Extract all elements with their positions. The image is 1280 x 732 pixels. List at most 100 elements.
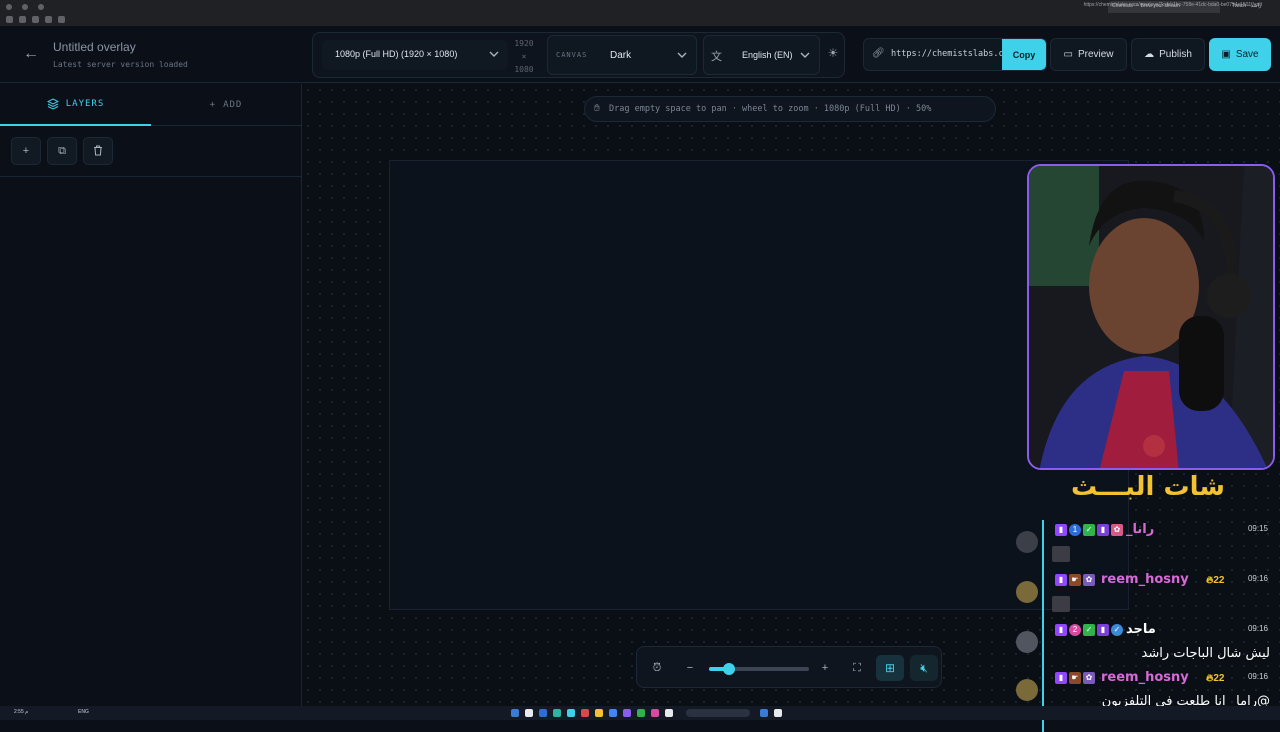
sun-icon[interactable]: ☀	[823, 43, 843, 63]
editor-topbar: ← Untitled overlay Latest server version…	[0, 26, 1280, 83]
address-bar[interactable]: https://chemistslabs.com/overlays/7cdcb1…	[1084, 2, 1262, 8]
reload-icon[interactable]	[32, 16, 39, 23]
add-layer-button[interactable]: +	[11, 137, 41, 165]
tab-add[interactable]: + ADD	[151, 84, 301, 126]
browser-toolbar	[0, 13, 1280, 26]
taskbar-search[interactable]	[686, 709, 750, 717]
resolution-value: 1080p (Full HD) (1920 × 1080)	[335, 49, 458, 59]
chat-username: ماجد	[1126, 622, 1156, 637]
zoom-slider-thumb[interactable]	[723, 663, 735, 675]
tab-favicon[interactable]	[6, 3, 12, 10]
resolution-select[interactable]: 1080p (Full HD) (1920 × 1080)	[322, 40, 508, 70]
app-icon[interactable]	[774, 709, 782, 717]
twitch-icon: ▮	[1055, 574, 1067, 586]
app-icon[interactable]	[665, 709, 673, 717]
avatar	[1016, 581, 1038, 603]
app-icon[interactable]	[525, 709, 533, 717]
taskbar-clock: 2:55 م	[14, 709, 29, 715]
alarm-icon[interactable]: ⏰︎	[647, 658, 667, 678]
zoom-in-icon[interactable]: +	[815, 658, 835, 678]
share-url-field[interactable]: https://chemistslabs.com/overlays/7cdcb1…	[891, 49, 1003, 59]
resolution-controls: 1080p (Full HD) (1920 × 1080) 1920 × 108…	[312, 32, 845, 78]
app-icon[interactable]	[511, 709, 519, 717]
forward-icon[interactable]	[19, 16, 26, 23]
delete-layer-button[interactable]	[83, 137, 113, 165]
app-icon[interactable]	[553, 709, 561, 717]
bookmark-icon[interactable]	[45, 16, 52, 23]
tab-add-label: ADD	[223, 100, 243, 110]
chat-username: reem_hosny	[1101, 670, 1189, 685]
app-icon[interactable]	[637, 709, 645, 717]
windows-icon[interactable]	[539, 709, 547, 717]
language-select[interactable]: 文 English (EN)	[703, 35, 820, 75]
plus-icon: +	[22, 145, 30, 157]
chevron-down-icon	[677, 52, 687, 58]
app-icon[interactable]	[760, 709, 768, 717]
sub-badge-icon: ▮	[1097, 624, 1109, 636]
badges: ▮ ☛ ✿	[1055, 672, 1095, 684]
grid-icon[interactable]: ⊞	[876, 655, 904, 681]
plus-icon: +	[209, 100, 217, 110]
badges: ▮ 1 ✓ ▮ ✿	[1055, 524, 1123, 536]
zoom-slider[interactable]	[709, 663, 809, 675]
chat-message: ▮ 2 ✓ ▮ ✓ ماجد 09:16 ليش شال الباجات راش…	[1010, 620, 1280, 668]
chat-widget: ▮ 1 ✓ ▮ ✿ _رانا 09:15 ▮ ☛ ✿ reem_hosny 🔥…	[1010, 520, 1280, 732]
canvas-label: CANVAS	[556, 51, 588, 59]
preview-button[interactable]: ▭ Preview	[1050, 38, 1127, 71]
canvas-theme-select[interactable]: CANVAS Dark	[547, 35, 697, 75]
preview-label: Preview	[1077, 49, 1114, 60]
avatar	[1016, 531, 1038, 553]
overlay-title[interactable]: Untitled overlay	[53, 40, 136, 54]
fullscreen-icon[interactable]: ⛶	[847, 658, 867, 678]
overlay-editor: ← Untitled overlay Latest server version…	[0, 26, 1280, 732]
taskbar-language[interactable]: ENG	[78, 709, 89, 715]
chat-message: ▮ ☛ ✿ reem_hosny 🔥︎22 09:16	[1010, 570, 1280, 618]
language-value: English (EN)	[742, 50, 793, 60]
hand-badge-icon: ☛	[1069, 574, 1081, 586]
canvas-value: Dark	[610, 50, 632, 61]
avatar	[1016, 679, 1038, 701]
os-taskbar: 2:55 م ENG	[0, 706, 1280, 720]
share-url-group: 🔗︎ https://chemistslabs.com/overlays/7cd…	[863, 38, 1047, 71]
chevron-down-icon	[489, 51, 499, 57]
back-arrow-icon[interactable]: ←	[22, 45, 40, 63]
twitch-icon: ▮	[1055, 624, 1067, 636]
chrome-icon[interactable]	[609, 709, 617, 717]
emote-image	[1052, 596, 1070, 612]
bookmark-icon[interactable]	[58, 16, 65, 23]
mute-icon[interactable]: 🔇︎	[910, 655, 938, 681]
app-icon[interactable]	[581, 709, 589, 717]
streak-count: 🔥︎22	[1206, 673, 1225, 684]
app-icon[interactable]	[595, 709, 603, 717]
duplicate-layer-button[interactable]: ⧉	[47, 137, 77, 165]
zoom-out-icon[interactable]: −	[680, 658, 700, 678]
badges: ▮ 2 ✓ ▮ ✓	[1055, 624, 1123, 636]
app-icon[interactable]	[651, 709, 659, 717]
layers-sidebar: LAYERS + ADD + ⧉	[0, 84, 302, 706]
zoom-toolbar: ⏰︎ − + ⛶ ⊞ 🔇︎	[636, 646, 942, 688]
stage-hint: ✋︎ Drag empty space to pan · wheel to zo…	[584, 96, 996, 122]
save-button[interactable]: ▣ Save	[1209, 38, 1271, 71]
link-icon: 🔗︎	[872, 48, 885, 59]
sidebar-tabs: LAYERS + ADD	[0, 84, 301, 126]
publish-button[interactable]: ☁ Publish	[1131, 38, 1205, 71]
number-badge: 1	[1069, 524, 1081, 536]
resolution-dimensions: 1920 × 1080	[510, 37, 538, 76]
layers-icon	[46, 98, 59, 110]
app-icon[interactable]	[567, 709, 575, 717]
tab-favicon[interactable]	[22, 3, 28, 10]
back-icon[interactable]	[6, 16, 13, 23]
chat-text: ليش شال الباجات راشد	[1141, 646, 1270, 661]
tab-favicon[interactable]	[38, 3, 44, 10]
sub-badge-icon: ▮	[1097, 524, 1109, 536]
publish-label: Publish	[1159, 49, 1192, 60]
app-icon[interactable]	[623, 709, 631, 717]
hand-badge-icon: ☛	[1069, 672, 1081, 684]
twitch-icon: ▮	[1055, 672, 1067, 684]
badges: ▮ ☛ ✿	[1055, 574, 1095, 586]
save-status: Latest server version loaded	[53, 60, 188, 69]
trash-icon	[94, 145, 102, 156]
copy-button[interactable]: Copy	[1002, 39, 1046, 70]
streamer-video-image	[1029, 166, 1273, 468]
tab-layers[interactable]: LAYERS	[0, 84, 151, 126]
